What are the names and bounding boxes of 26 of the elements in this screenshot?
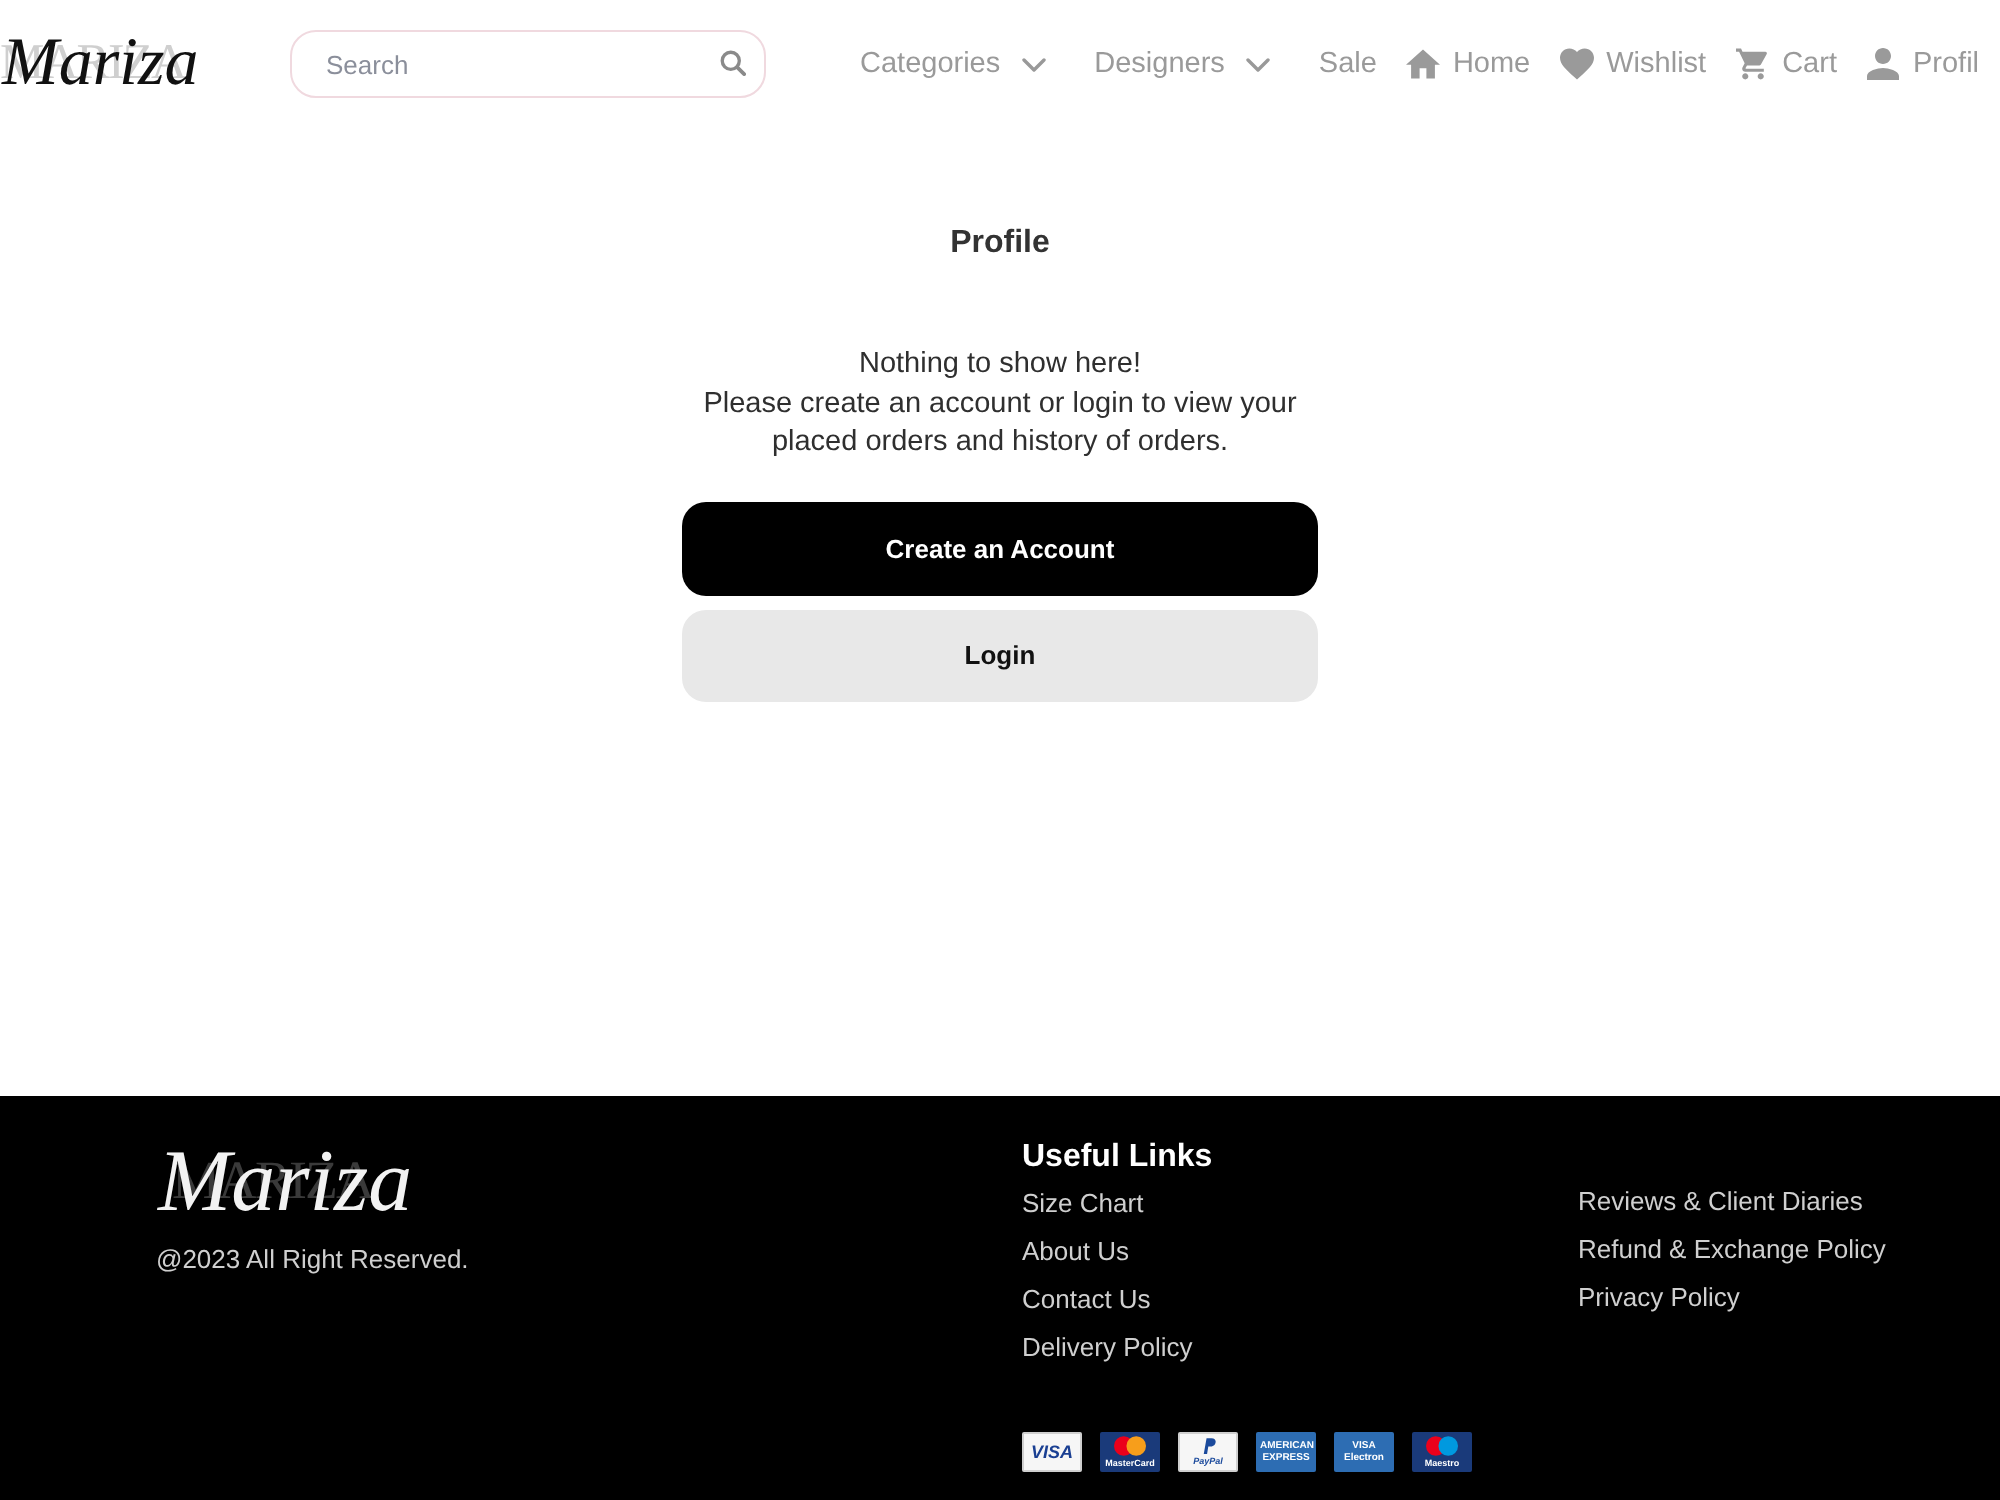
overlapping-circles-icon	[1114, 1436, 1146, 1456]
footer-link[interactable]: Delivery Policy	[1022, 1332, 1193, 1364]
chevron-down-icon[interactable]	[1246, 57, 1271, 71]
footer-link[interactable]: Privacy Policy	[1578, 1282, 1740, 1314]
footer-link[interactable]: Size Chart	[1022, 1188, 1144, 1220]
overlapping-circles-icon	[1426, 1436, 1458, 1456]
footer-link[interactable]: Refund & Exchange Policy	[1578, 1234, 1886, 1266]
footer-heading: Useful Links	[1022, 1138, 1213, 1178]
search-icon[interactable]	[720, 50, 746, 76]
create-account-button[interactable]: Create an Account	[682, 501, 1318, 595]
cart-icon[interactable]	[1736, 48, 1771, 80]
person-icon[interactable]	[1866, 48, 1901, 80]
p-letter-icon	[1201, 1438, 1215, 1454]
login-button[interactable]: Login	[682, 609, 1318, 701]
empty-message: Please create an account or login to view your placed orders and history of orders.	[701, 385, 1299, 462]
footer-link[interactable]: Reviews & Client Diaries	[1578, 1186, 1863, 1218]
chevron-down-icon[interactable]	[1022, 57, 1047, 71]
home-icon[interactable]	[1406, 48, 1441, 80]
copyright-text: @2023 All Right Reserved.	[156, 1244, 469, 1276]
footer-link[interactable]: About Us	[1022, 1236, 1129, 1268]
empty-message: Nothing to show here!	[856, 346, 1144, 384]
card-label: VISA	[1030, 1442, 1073, 1462]
page-title: Profile	[950, 224, 1050, 264]
footer-link[interactable]: Contact Us	[1022, 1284, 1151, 1316]
search-field[interactable]: Search	[290, 30, 766, 98]
heart-icon[interactable]	[1560, 48, 1595, 80]
